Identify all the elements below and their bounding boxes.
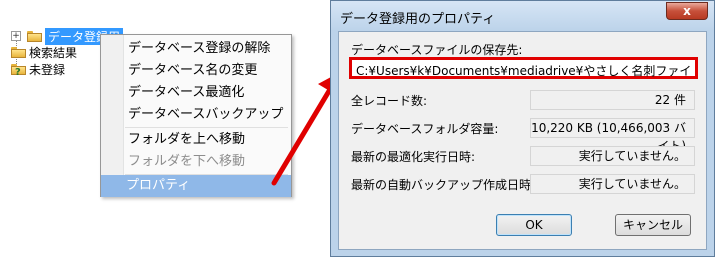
folder-icon <box>11 46 26 58</box>
tree-item-label: 未登録 <box>29 62 66 77</box>
unregistered-folder-icon: ? <box>11 63 26 78</box>
last-backup-label: 最新の自動バックアップ作成日時: <box>351 178 536 192</box>
arrow-shaft <box>271 83 335 186</box>
folder-size-value: 10,220 KB (10,466,003 バイト) <box>530 118 695 153</box>
dialog-title: データ登録用のプロパティ <box>340 12 496 27</box>
folder-size-label: データベースフォルダ容量: <box>351 122 499 136</box>
properties-dialog: データ登録用のプロパティ x データベースファイルの保存先: C:¥Users¥… <box>330 0 715 257</box>
tree-item-unregistered[interactable]: ? 未登録 <box>11 61 66 78</box>
storage-path-label: データベースファイルの保存先: <box>351 43 523 57</box>
last-backup-value: 実行していません。 <box>530 174 695 194</box>
last-optimize-label: 最新の最適化実行日時: <box>351 150 476 164</box>
folder-icon <box>27 30 42 42</box>
tree-item-label: 検索結果 <box>29 45 78 60</box>
tree-item-search-results[interactable]: 検索結果 <box>11 44 77 60</box>
tree-expander[interactable]: + <box>11 31 21 41</box>
dialog-content: データベースファイルの保存先: C:¥Users¥k¥Documents¥med… <box>338 31 707 250</box>
last-optimize-value: 実行していません。 <box>530 146 695 166</box>
ok-button[interactable]: OK <box>496 214 572 236</box>
menu-item-unregister-database[interactable]: データベース登録の解除 <box>103 38 289 60</box>
dialog-titlebar[interactable]: データ登録用のプロパティ x <box>331 1 714 31</box>
storage-path-value: C:¥Users¥k¥Documents¥mediadrive¥やさしく名刺ファ… <box>356 64 693 78</box>
cancel-button[interactable]: キャンセル <box>615 214 691 236</box>
close-button[interactable]: x <box>666 2 708 20</box>
record-count-label: 全レコード数: <box>351 94 428 108</box>
storage-path-field[interactable]: C:¥Users¥k¥Documents¥mediadrive¥やさしく名刺ファ… <box>349 57 698 79</box>
record-count-value: 22 件 <box>530 90 695 110</box>
